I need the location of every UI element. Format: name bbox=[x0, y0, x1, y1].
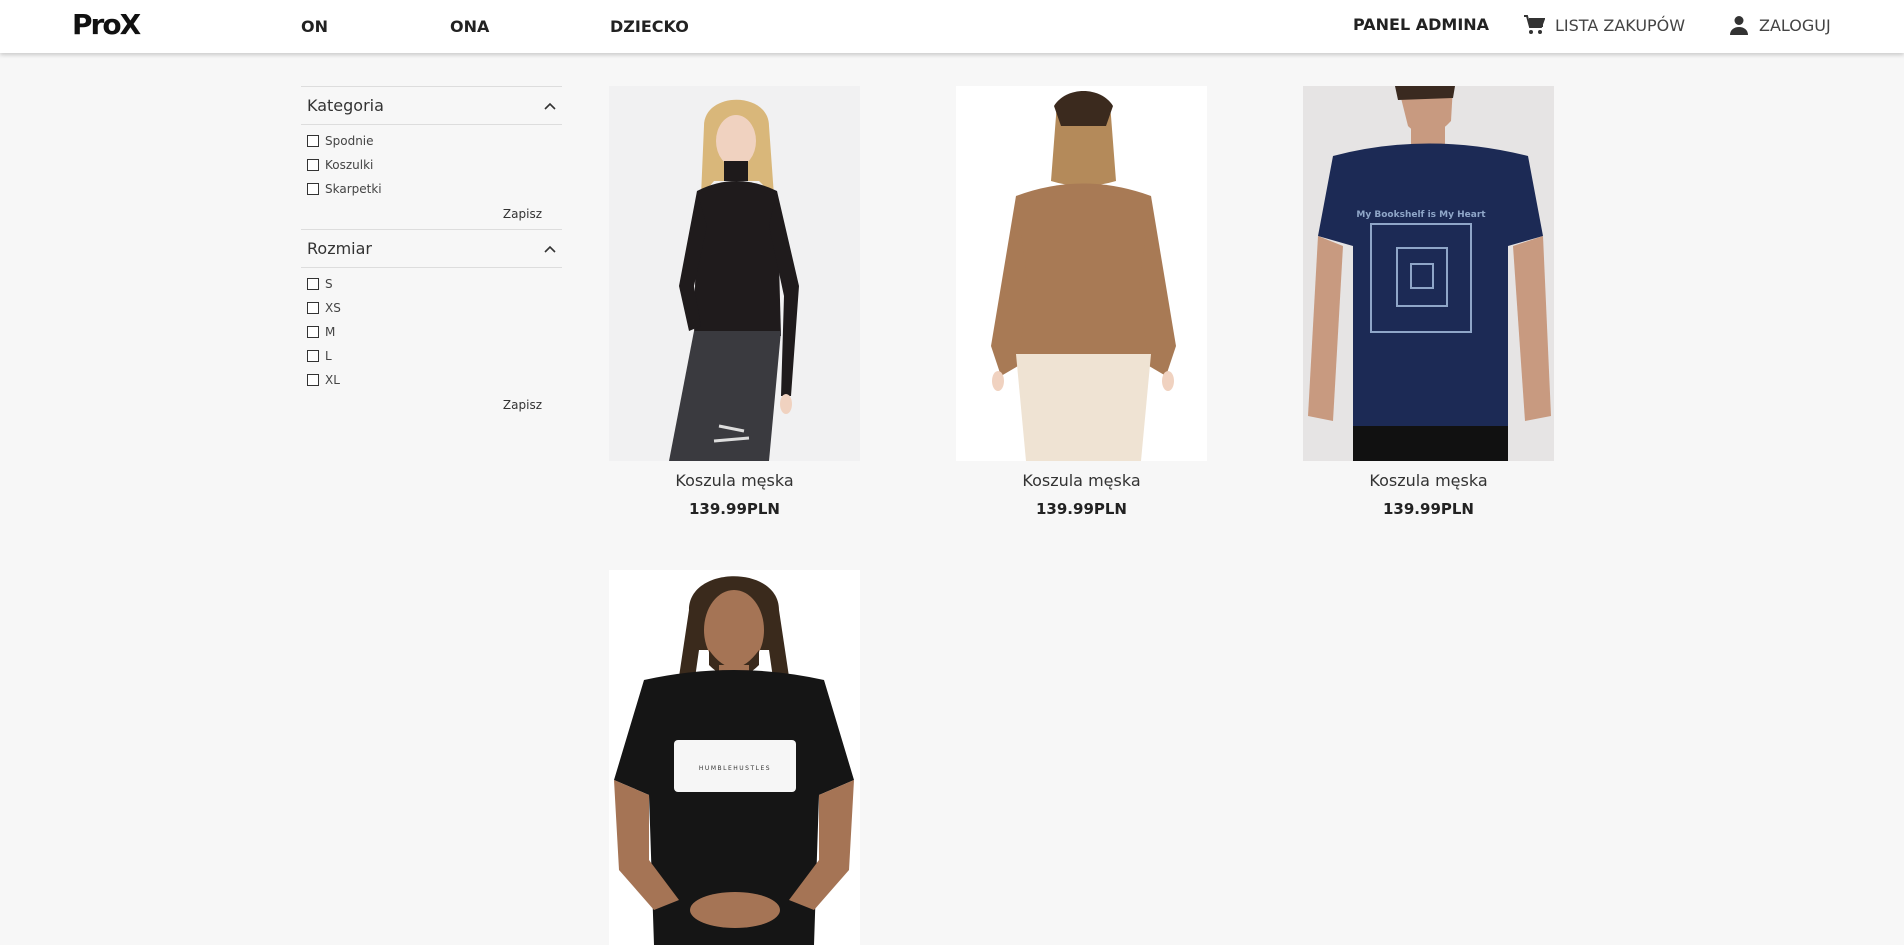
user-icon bbox=[1729, 15, 1749, 35]
save-category-button[interactable]: Zapisz bbox=[503, 207, 542, 221]
product-image-man-navy-tshirt[interactable]: My Bookshelf is My Heart bbox=[1303, 86, 1554, 461]
admin-panel-label: PANEL ADMINA bbox=[1353, 15, 1490, 34]
product-price: 139.99PLN bbox=[1383, 500, 1474, 518]
filter-option-spodnie[interactable]: Spodnie bbox=[307, 129, 556, 153]
filter-option-xl[interactable]: XL bbox=[307, 368, 556, 392]
save-size-button[interactable]: Zapisz bbox=[503, 398, 542, 412]
checkbox[interactable] bbox=[307, 159, 319, 171]
filter-category-options: Spodnie Koszulki Skarpetki bbox=[301, 125, 562, 201]
product-name[interactable]: Koszula męska bbox=[956, 471, 1207, 490]
filter-category-header[interactable]: Kategoria bbox=[301, 87, 562, 125]
filter-size-title: Rozmiar bbox=[307, 239, 372, 258]
chevron-up-icon[interactable] bbox=[544, 245, 556, 253]
filter-option-koszulki[interactable]: Koszulki bbox=[307, 153, 556, 177]
filter-size: Rozmiar S XS M L XL Zapisz bbox=[301, 229, 562, 420]
product-card[interactable]: Koszula męska 139.99PLN bbox=[609, 86, 860, 518]
filter-option-label: M bbox=[325, 325, 336, 339]
admin-panel-link[interactable]: PANEL ADMINA bbox=[1353, 15, 1489, 34]
checkbox[interactable] bbox=[307, 374, 319, 386]
product-image-man-black-tshirt[interactable]: HUMBLEHUSTLES bbox=[609, 570, 860, 945]
cart-label: LISTA ZAKUPÓW bbox=[1555, 15, 1686, 35]
product-price: 139.99PLN bbox=[1036, 500, 1127, 518]
filter-option-label: Skarpetki bbox=[325, 182, 382, 196]
checkbox[interactable] bbox=[307, 135, 319, 147]
filter-option-xs[interactable]: XS bbox=[307, 296, 556, 320]
filter-option-label: L bbox=[325, 349, 332, 363]
cart-icon bbox=[1523, 15, 1545, 35]
product-price: 139.99PLN bbox=[689, 500, 780, 518]
filter-option-label: S bbox=[325, 277, 333, 291]
checkbox[interactable] bbox=[307, 302, 319, 314]
product-image-woman-brown-sweater[interactable] bbox=[956, 86, 1207, 461]
filter-category-title: Kategoria bbox=[307, 96, 384, 115]
product-card[interactable]: HUMBLEHUSTLES bbox=[609, 570, 860, 945]
filter-option-label: Spodnie bbox=[325, 134, 374, 148]
filter-option-l[interactable]: L bbox=[307, 344, 556, 368]
nav-on[interactable]: ON bbox=[301, 17, 328, 36]
chevron-up-icon[interactable] bbox=[544, 102, 556, 110]
filter-category: Kategoria Spodnie Koszulki Skarpetki Zap… bbox=[301, 86, 562, 229]
filter-option-s[interactable]: S bbox=[307, 272, 556, 296]
login-label: ZALOGUJ bbox=[1759, 15, 1831, 35]
filter-option-label: XL bbox=[325, 373, 340, 387]
login-link[interactable]: ZALOGUJ bbox=[1729, 15, 1831, 35]
checkbox[interactable] bbox=[307, 326, 319, 338]
product-image-woman-black-turtleneck[interactable] bbox=[609, 86, 860, 461]
nav-dziecko[interactable]: DZIECKO bbox=[610, 17, 689, 36]
filter-size-options: S XS M L XL bbox=[301, 268, 562, 392]
logo[interactable]: ProX bbox=[72, 8, 141, 41]
filter-option-label: XS bbox=[325, 301, 341, 315]
checkbox[interactable] bbox=[307, 278, 319, 290]
checkbox[interactable] bbox=[307, 183, 319, 195]
product-name[interactable]: Koszula męska bbox=[1303, 471, 1554, 490]
svg-text:HUMBLEHUSTLES: HUMBLEHUSTLES bbox=[699, 765, 771, 772]
cart-link[interactable]: LISTA ZAKUPÓW bbox=[1523, 15, 1685, 35]
product-card[interactable]: My Bookshelf is My Heart Koszula męska 1… bbox=[1303, 86, 1554, 518]
filters-sidebar: Kategoria Spodnie Koszulki Skarpetki Zap… bbox=[301, 86, 562, 420]
product-name[interactable]: Koszula męska bbox=[609, 471, 860, 490]
nav-ona[interactable]: ONA bbox=[450, 17, 489, 36]
filter-option-m[interactable]: M bbox=[307, 320, 556, 344]
filter-size-header[interactable]: Rozmiar bbox=[301, 230, 562, 268]
filter-option-label: Koszulki bbox=[325, 158, 374, 172]
filter-option-skarpetki[interactable]: Skarpetki bbox=[307, 177, 556, 201]
checkbox[interactable] bbox=[307, 350, 319, 362]
top-navbar: ProX ON ONA DZIECKO PANEL ADMINA LISTA Z… bbox=[0, 0, 1904, 53]
svg-text:My Bookshelf is My Heart: My Bookshelf is My Heart bbox=[1356, 210, 1486, 220]
product-card[interactable]: Koszula męska 139.99PLN bbox=[956, 86, 1207, 518]
